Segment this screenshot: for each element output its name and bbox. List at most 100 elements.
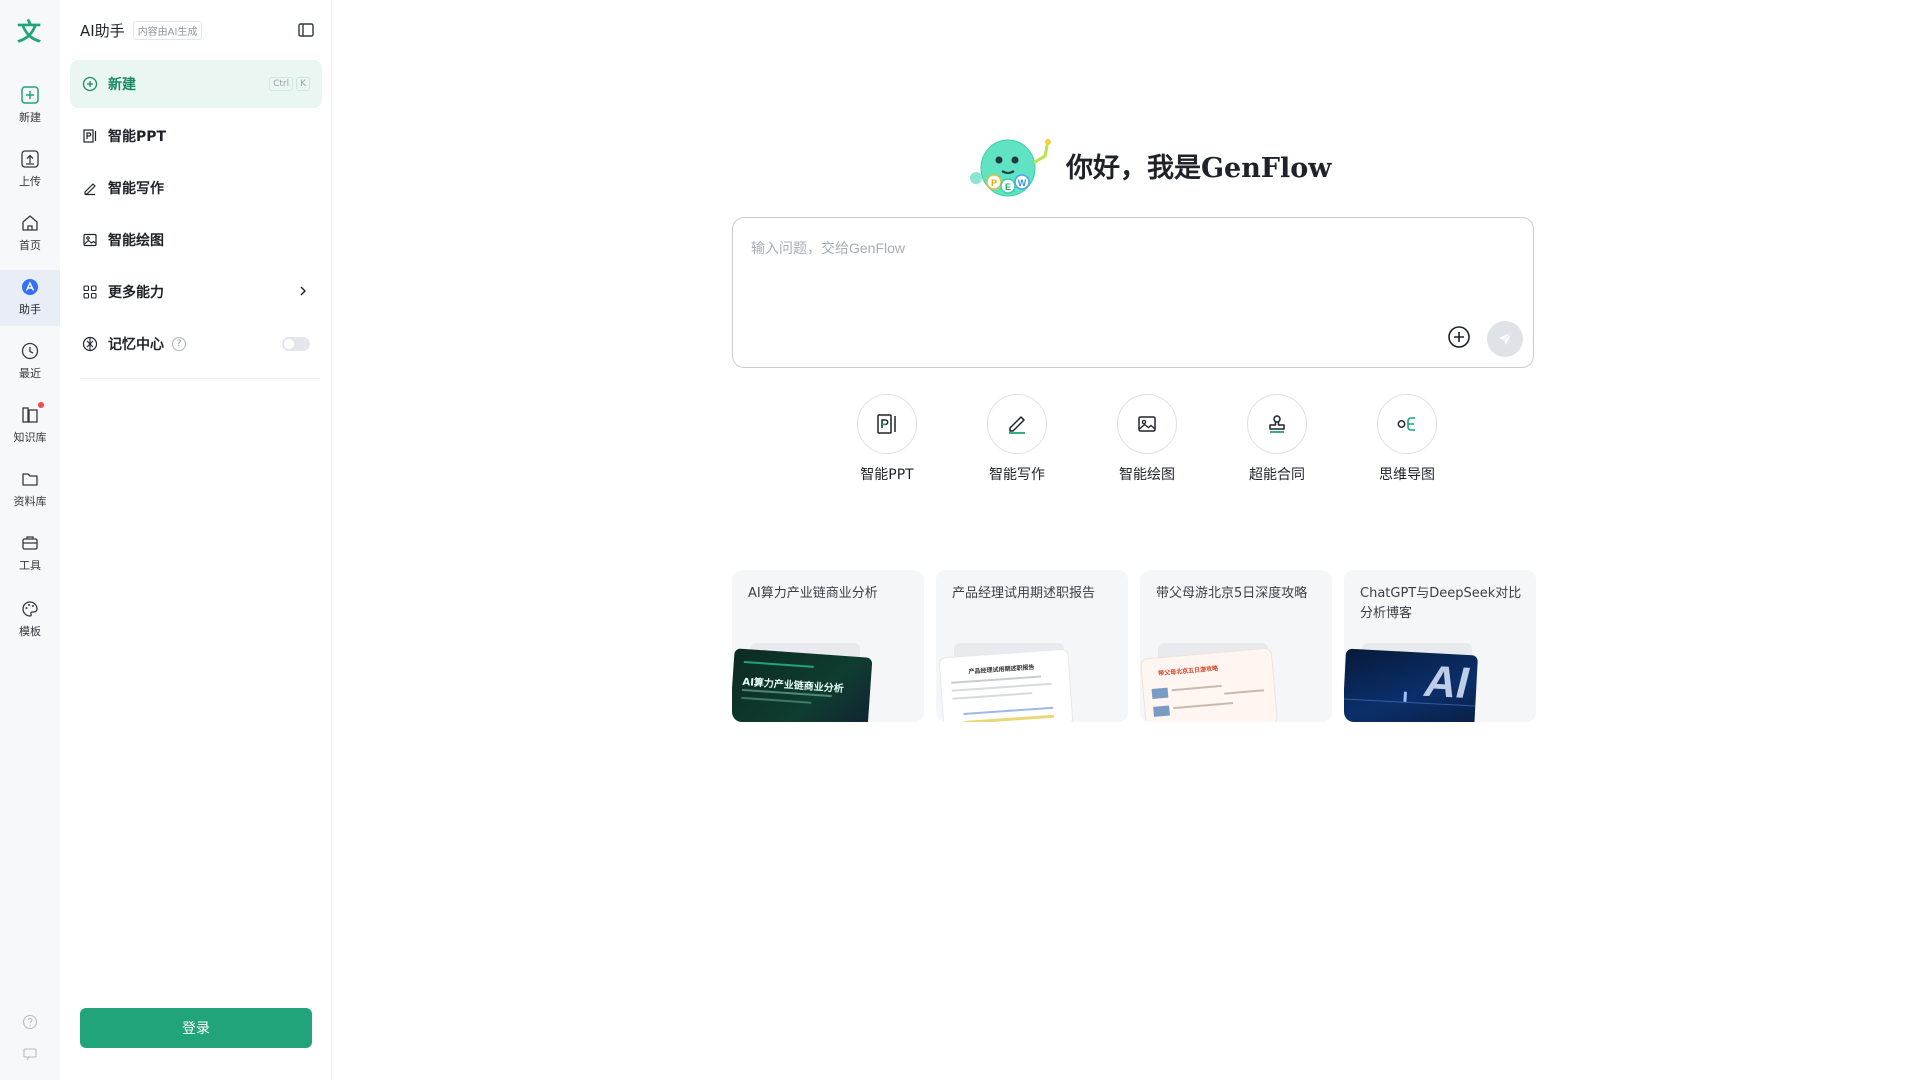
image-icon — [1117, 394, 1177, 454]
rail-item-label: 模板 — [19, 625, 41, 638]
pen-icon — [987, 394, 1047, 454]
send-button[interactable] — [1487, 321, 1523, 357]
rail-item-recent[interactable]: 最近 — [0, 334, 60, 390]
rail-item-upload[interactable]: 上传 — [0, 142, 60, 198]
menu-item-more-abilities[interactable]: 更多能力 — [70, 268, 322, 316]
menu-item-smart-writing[interactable]: 智能写作 — [70, 164, 322, 212]
assistant-panel: AI助手 内容由AI生成 新建 Ctrl K 智能PPT 智能写作 智能绘图 更… — [60, 0, 332, 1080]
example-card[interactable]: AI算力产业链商业分析 AI算力产业链商业分析 — [732, 570, 924, 722]
thumbnail-text: 带父母北京五日游攻略 — [1157, 665, 1219, 678]
nav-rail: 文 新建 上传 首页 助手 最近 知识库 资料库 工具 模板 — [0, 0, 60, 1080]
rail-item-label: 资料库 — [13, 495, 47, 508]
panel-divider — [80, 378, 320, 379]
menu-item-new[interactable]: 新建 Ctrl K — [70, 60, 322, 108]
sidebar-collapse-icon[interactable] — [297, 21, 315, 39]
quick-action-contract[interactable]: 超能合同 — [1212, 394, 1342, 484]
send-icon — [1499, 332, 1512, 345]
rail-item-knowledge-base[interactable]: 知识库 — [0, 398, 60, 454]
folder-icon — [19, 468, 41, 490]
memory-toggle[interactable] — [282, 337, 310, 351]
example-card[interactable]: 带父母游北京5日深度攻略 带父母北京五日游攻略 — [1140, 570, 1332, 722]
help-icon[interactable]: ? — [172, 337, 186, 351]
quick-action-label: 超能合同 — [1249, 467, 1305, 483]
plus-circle-icon — [82, 76, 98, 92]
menu-item-label: 新建 — [108, 77, 136, 93]
example-card[interactable]: 产品经理试用期述职报告 产品经理试用期述职报告 — [936, 570, 1128, 722]
assistant-menu: 新建 Ctrl K 智能PPT 智能写作 智能绘图 更多能力 记忆中心 ? — [70, 60, 322, 372]
quick-action-writing[interactable]: 智能写作 — [952, 394, 1082, 484]
menu-item-label: 智能绘图 — [108, 233, 164, 249]
rail-item-templates[interactable]: 模板 — [0, 592, 60, 648]
example-card-title: 带父母游北京5日深度攻略 — [1156, 586, 1308, 601]
rail-item-tools[interactable]: 工具 — [0, 526, 60, 582]
assistant-icon — [19, 276, 41, 298]
menu-item-memory-center[interactable]: 记忆中心 ? — [70, 320, 322, 368]
quick-actions: 智能PPT 智能写作 智能绘图 超能合同 思维导图 — [822, 394, 1472, 484]
stamp-icon — [1247, 394, 1307, 454]
mascot-letter-p: P — [991, 178, 997, 188]
menu-item-label: 更多能力 — [108, 285, 164, 301]
example-card-title: ChatGPT与DeepSeek对比分析博客 — [1360, 586, 1522, 621]
rail-item-label: 工具 — [19, 559, 41, 572]
menu-item-smart-drawing[interactable]: 智能绘图 — [70, 216, 322, 264]
quick-action-drawing[interactable]: 智能绘图 — [1082, 394, 1212, 484]
rail-item-label: 最近 — [19, 367, 41, 380]
panel-title: AI助手 — [80, 21, 125, 40]
mascot-image: P E W — [962, 130, 1062, 200]
quick-action-ppt[interactable]: 智能PPT — [822, 394, 952, 484]
home-icon — [19, 212, 41, 234]
shortcut-key: Ctrl — [269, 77, 294, 91]
example-card-title: AI算力产业链商业分析 — [748, 586, 878, 601]
example-card-title: 产品经理试用期述职报告 — [952, 586, 1096, 601]
main-content: P E W 你好，我是GenFlow 智能PPT — [332, 0, 1920, 1080]
chevron-right-icon — [296, 283, 310, 302]
example-thumbnail: AI — [1344, 648, 1478, 722]
rail-item-home[interactable]: 首页 — [0, 206, 60, 262]
knowledge-base-icon — [19, 402, 44, 426]
prompt-composer — [732, 217, 1534, 368]
quick-action-label: 智能绘图 — [1119, 467, 1175, 483]
quick-action-label: 思维导图 — [1379, 467, 1435, 483]
notification-dot — [38, 402, 44, 408]
greeting-header: P E W 你好，我是GenFlow — [962, 130, 1332, 200]
upload-icon — [19, 148, 41, 170]
menu-item-label: 智能写作 — [108, 181, 164, 197]
toolbox-icon — [19, 532, 41, 554]
ppt-icon — [82, 128, 98, 144]
prompt-input[interactable] — [751, 238, 1471, 298]
mascot-letter-w: W — [1018, 178, 1027, 188]
example-card[interactable]: ChatGPT与DeepSeek对比分析博客 AI — [1344, 570, 1536, 722]
plus-square-icon — [19, 84, 41, 106]
quick-action-mindmap[interactable]: 思维导图 — [1342, 394, 1472, 484]
greeting-title: 你好，我是GenFlow — [1066, 152, 1332, 184]
rail-item-new[interactable]: 新建 — [0, 78, 60, 134]
panel-header: AI助手 内容由AI生成 — [80, 18, 319, 42]
clock-icon — [19, 340, 41, 362]
rail-item-label: 上传 — [19, 175, 41, 188]
apps-grid-icon — [82, 284, 98, 300]
feedback-icon[interactable] — [0, 1042, 60, 1066]
app-logo[interactable]: 文 — [14, 14, 44, 46]
menu-item-label: 记忆中心 — [108, 337, 164, 353]
mindmap-icon — [1377, 394, 1437, 454]
palette-icon — [19, 598, 41, 620]
login-button[interactable]: 登录 — [80, 1008, 312, 1048]
shortcut-hint: Ctrl K — [269, 77, 310, 91]
add-attachment-icon[interactable] — [1447, 325, 1471, 349]
help-icon[interactable] — [0, 1010, 60, 1034]
rail-item-library[interactable]: 资料库 — [0, 462, 60, 518]
rail-item-label: 新建 — [19, 111, 41, 124]
pen-icon — [82, 180, 98, 196]
image-icon — [82, 232, 98, 248]
menu-item-label: 智能PPT — [108, 129, 167, 145]
thumbnail-text: AI — [1423, 656, 1470, 709]
rail-item-assistant[interactable]: 助手 — [0, 270, 60, 326]
rail-item-label: 知识库 — [13, 431, 47, 444]
example-thumbnail: 带父母北京五日游攻略 — [1140, 648, 1278, 722]
memory-icon — [82, 336, 98, 352]
app-window: 文 新建 上传 首页 助手 最近 知识库 资料库 工具 模板 AI助手 内容由A… — [0, 0, 1920, 1080]
rail-item-label: 助手 — [19, 303, 41, 316]
ppt-icon — [857, 394, 917, 454]
shortcut-key: K — [296, 77, 310, 91]
menu-item-smart-ppt[interactable]: 智能PPT — [70, 112, 322, 160]
